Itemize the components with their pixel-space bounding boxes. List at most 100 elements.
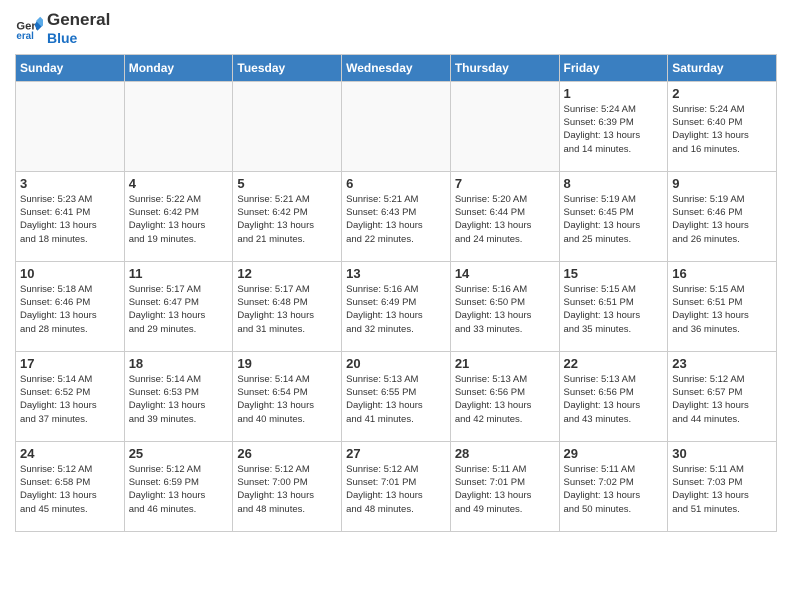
- calendar-cell: 6 Sunrise: 5:21 AM Sunset: 6:43 PM Daylig…: [342, 171, 451, 261]
- day-number: 24: [20, 446, 120, 461]
- calendar-cell: 18 Sunrise: 5:14 AM Sunset: 6:53 PM Dayli…: [124, 351, 233, 441]
- day-number: 13: [346, 266, 446, 281]
- day-number: 18: [129, 356, 229, 371]
- calendar-table: SundayMondayTuesdayWednesdayThursdayFrid…: [15, 54, 777, 532]
- col-header-sunday: Sunday: [16, 54, 125, 81]
- calendar-cell: 17 Sunrise: 5:14 AM Sunset: 6:52 PM Dayli…: [16, 351, 125, 441]
- day-info: Sunrise: 5:15 AM Sunset: 6:51 PM Dayligh…: [672, 283, 772, 336]
- day-number: 19: [237, 356, 337, 371]
- week-row-3: 10 Sunrise: 5:18 AM Sunset: 6:46 PM Dayli…: [16, 261, 777, 351]
- page-header: Gen eral General Blue: [15, 10, 777, 46]
- day-number: 4: [129, 176, 229, 191]
- calendar-cell: 5Sunrise: 5:21 AM Sunset: 6:42 PM Daylig…: [233, 171, 342, 261]
- week-row-1: 1 Sunrise: 5:24 AM Sunset: 6:39 PM Daylig…: [16, 81, 777, 171]
- day-number: 27: [346, 446, 446, 461]
- day-info: Sunrise: 5:17 AM Sunset: 6:48 PM Dayligh…: [237, 283, 337, 336]
- week-row-4: 17 Sunrise: 5:14 AM Sunset: 6:52 PM Dayli…: [16, 351, 777, 441]
- day-info: Sunrise: 5:11 AM Sunset: 7:03 PM Dayligh…: [672, 463, 772, 516]
- day-info: Sunrise: 5:12 AM Sunset: 6:59 PM Dayligh…: [129, 463, 229, 516]
- calendar-cell: 8Sunrise: 5:19 AM Sunset: 6:45 PM Daylig…: [559, 171, 668, 261]
- day-number: 29: [564, 446, 664, 461]
- calendar-cell: 22 Sunrise: 5:13 AM Sunset: 6:56 PM Dayli…: [559, 351, 668, 441]
- day-info: Sunrise: 5:19 AM Sunset: 6:46 PM Dayligh…: [672, 193, 772, 246]
- calendar-cell: 15 Sunrise: 5:15 AM Sunset: 6:51 PM Dayli…: [559, 261, 668, 351]
- calendar-cell: [342, 81, 451, 171]
- calendar-cell: 24 Sunrise: 5:12 AM Sunset: 6:58 PM Dayli…: [16, 441, 125, 531]
- day-info: Sunrise: 5:12 AM Sunset: 6:58 PM Dayligh…: [20, 463, 120, 516]
- calendar-cell: 26 Sunrise: 5:12 AM Sunset: 7:00 PM Dayli…: [233, 441, 342, 531]
- calendar-cell: [124, 81, 233, 171]
- calendar-cell: 1 Sunrise: 5:24 AM Sunset: 6:39 PM Daylig…: [559, 81, 668, 171]
- week-row-2: 3 Sunrise: 5:23 AM Sunset: 6:41 PM Daylig…: [16, 171, 777, 261]
- day-info: Sunrise: 5:14 AM Sunset: 6:52 PM Dayligh…: [20, 373, 120, 426]
- day-number: 26: [237, 446, 337, 461]
- calendar-cell: 27 Sunrise: 5:12 AM Sunset: 7:01 PM Dayli…: [342, 441, 451, 531]
- day-number: 20: [346, 356, 446, 371]
- day-info: Sunrise: 5:17 AM Sunset: 6:47 PM Dayligh…: [129, 283, 229, 336]
- calendar-cell: 21 Sunrise: 5:13 AM Sunset: 6:56 PM Dayli…: [450, 351, 559, 441]
- calendar-cell: 11 Sunrise: 5:17 AM Sunset: 6:47 PM Dayli…: [124, 261, 233, 351]
- day-info: Sunrise: 5:12 AM Sunset: 6:57 PM Dayligh…: [672, 373, 772, 426]
- logo: Gen eral General Blue: [15, 10, 110, 46]
- day-number: 3: [20, 176, 120, 191]
- day-number: 23: [672, 356, 772, 371]
- day-info: Sunrise: 5:13 AM Sunset: 6:56 PM Dayligh…: [455, 373, 555, 426]
- day-number: 10: [20, 266, 120, 281]
- calendar-cell: 9 Sunrise: 5:19 AM Sunset: 6:46 PM Daylig…: [668, 171, 777, 261]
- calendar-cell: 16 Sunrise: 5:15 AM Sunset: 6:51 PM Dayli…: [668, 261, 777, 351]
- calendar-cell: 3 Sunrise: 5:23 AM Sunset: 6:41 PM Daylig…: [16, 171, 125, 261]
- day-info: Sunrise: 5:13 AM Sunset: 6:55 PM Dayligh…: [346, 373, 446, 426]
- day-number: 17: [20, 356, 120, 371]
- day-info: Sunrise: 5:12 AM Sunset: 7:00 PM Dayligh…: [237, 463, 337, 516]
- calendar-cell: 29 Sunrise: 5:11 AM Sunset: 7:02 PM Dayli…: [559, 441, 668, 531]
- day-number: 6: [346, 176, 446, 191]
- calendar-cell: 7Sunrise: 5:20 AM Sunset: 6:44 PM Daylig…: [450, 171, 559, 261]
- day-info: Sunrise: 5:24 AM Sunset: 6:40 PM Dayligh…: [672, 103, 772, 156]
- day-info: Sunrise: 5:13 AM Sunset: 6:56 PM Dayligh…: [564, 373, 664, 426]
- day-number: 12: [237, 266, 337, 281]
- svg-text:eral: eral: [16, 31, 34, 42]
- day-info: Sunrise: 5:23 AM Sunset: 6:41 PM Dayligh…: [20, 193, 120, 246]
- day-number: 8: [564, 176, 664, 191]
- logo-text-line1: General: [47, 10, 110, 30]
- day-number: 22: [564, 356, 664, 371]
- day-info: Sunrise: 5:22 AM Sunset: 6:42 PM Dayligh…: [129, 193, 229, 246]
- day-number: 25: [129, 446, 229, 461]
- day-number: 21: [455, 356, 555, 371]
- calendar-cell: 4 Sunrise: 5:22 AM Sunset: 6:42 PM Daylig…: [124, 171, 233, 261]
- calendar-cell: 10 Sunrise: 5:18 AM Sunset: 6:46 PM Dayli…: [16, 261, 125, 351]
- day-number: 14: [455, 266, 555, 281]
- day-info: Sunrise: 5:11 AM Sunset: 7:02 PM Dayligh…: [564, 463, 664, 516]
- day-info: Sunrise: 5:24 AM Sunset: 6:39 PM Dayligh…: [564, 103, 664, 156]
- col-header-thursday: Thursday: [450, 54, 559, 81]
- day-number: 1: [564, 86, 664, 101]
- calendar-cell: [233, 81, 342, 171]
- calendar-cell: [450, 81, 559, 171]
- day-number: 15: [564, 266, 664, 281]
- calendar-cell: 19Sunrise: 5:14 AM Sunset: 6:54 PM Dayli…: [233, 351, 342, 441]
- calendar-cell: 20 Sunrise: 5:13 AM Sunset: 6:55 PM Dayli…: [342, 351, 451, 441]
- col-header-friday: Friday: [559, 54, 668, 81]
- day-number: 7: [455, 176, 555, 191]
- day-info: Sunrise: 5:15 AM Sunset: 6:51 PM Dayligh…: [564, 283, 664, 336]
- calendar-cell: 14Sunrise: 5:16 AM Sunset: 6:50 PM Dayli…: [450, 261, 559, 351]
- day-number: 16: [672, 266, 772, 281]
- day-number: 30: [672, 446, 772, 461]
- col-header-saturday: Saturday: [668, 54, 777, 81]
- calendar-cell: 2 Sunrise: 5:24 AM Sunset: 6:40 PM Daylig…: [668, 81, 777, 171]
- logo-text-line2: Blue: [47, 30, 110, 46]
- day-number: 28: [455, 446, 555, 461]
- calendar-cell: [16, 81, 125, 171]
- day-number: 11: [129, 266, 229, 281]
- day-info: Sunrise: 5:14 AM Sunset: 6:53 PM Dayligh…: [129, 373, 229, 426]
- col-header-monday: Monday: [124, 54, 233, 81]
- day-info: Sunrise: 5:16 AM Sunset: 6:49 PM Dayligh…: [346, 283, 446, 336]
- day-number: 9: [672, 176, 772, 191]
- day-number: 5: [237, 176, 337, 191]
- logo-icon: Gen eral: [15, 14, 43, 42]
- day-info: Sunrise: 5:18 AM Sunset: 6:46 PM Dayligh…: [20, 283, 120, 336]
- day-info: Sunrise: 5:21 AM Sunset: 6:43 PM Dayligh…: [346, 193, 446, 246]
- day-number: 2: [672, 86, 772, 101]
- day-info: Sunrise: 5:11 AM Sunset: 7:01 PM Dayligh…: [455, 463, 555, 516]
- day-info: Sunrise: 5:12 AM Sunset: 7:01 PM Dayligh…: [346, 463, 446, 516]
